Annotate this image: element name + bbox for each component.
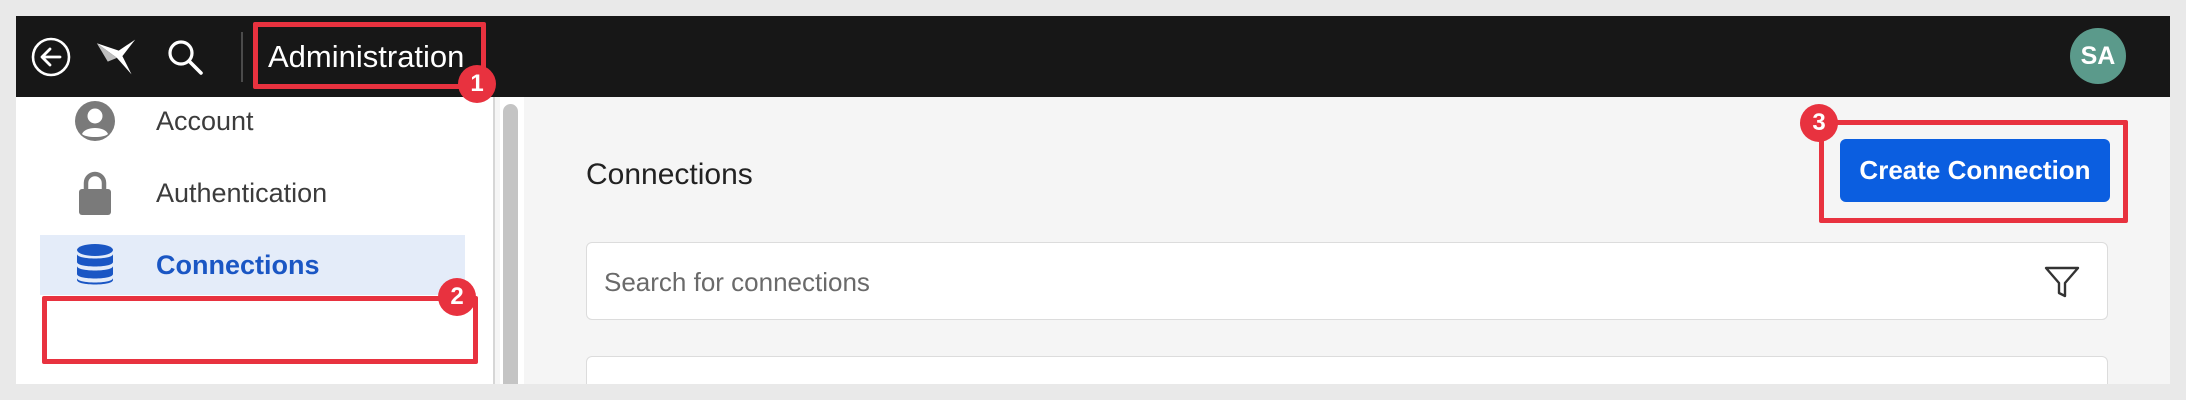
user-circle-icon: [70, 96, 120, 146]
connections-table: [586, 356, 2108, 384]
avatar[interactable]: SA: [2070, 28, 2126, 84]
search-box: [586, 242, 2108, 320]
annotation-box-3: [1819, 120, 2128, 223]
sidebar-item-label: Account: [156, 105, 254, 136]
scrollbar-thumb[interactable]: [503, 104, 518, 384]
app-logo-icon[interactable]: [95, 36, 137, 78]
back-arrow-icon[interactable]: [30, 36, 72, 78]
section-title: Connections: [586, 158, 753, 191]
annotation-box-1: [253, 22, 486, 89]
sidebar-item-authentication[interactable]: Authentication: [40, 163, 465, 223]
search-icon[interactable]: [164, 36, 206, 78]
app-window: Administration SA Account Authentication: [16, 16, 2170, 384]
sidebar-item-label: Authentication: [156, 177, 328, 208]
search-input[interactable]: [604, 263, 1984, 301]
annotation-badge-3: 3: [1800, 104, 1838, 142]
sidebar-divider: [493, 97, 495, 384]
annotation-badge-1: 1: [458, 65, 496, 103]
annotation-badge-2: 2: [438, 278, 476, 316]
annotation-box-2: [42, 296, 478, 364]
lock-icon: [70, 168, 120, 218]
top-bar-divider: [241, 32, 243, 82]
filter-icon[interactable]: [2043, 263, 2081, 301]
sidebar-item-connections[interactable]: Connections: [40, 235, 465, 295]
sidebar-item-account[interactable]: Account: [40, 91, 465, 151]
sidebar-item-label: Connections: [156, 249, 320, 280]
database-icon: [70, 240, 120, 290]
